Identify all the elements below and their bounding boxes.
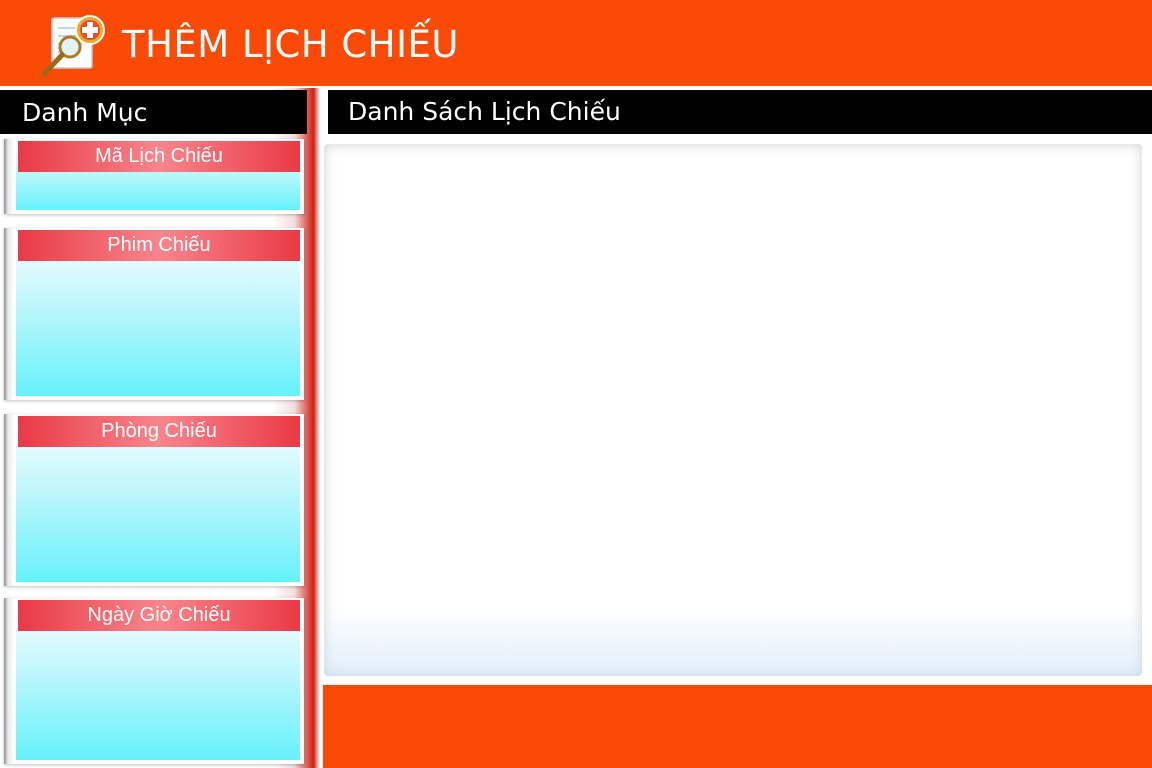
card-title-ma-lich-chieu: Mã Lịch Chiếu [18, 141, 300, 172]
footer-action-bar [323, 685, 1152, 768]
app-window: THÊM LỊCH CHIẾU Danh Mục Mã Lịch Chiếu P… [0, 0, 1152, 768]
card-title-phim-chieu: Phim Chiếu [18, 230, 300, 261]
main-heading: Danh Sách Lịch Chiếu [328, 90, 1152, 134]
sidebar-heading: Danh Mục [0, 90, 307, 134]
main-heading-label: Danh Sách Lịch Chiếu [348, 97, 621, 126]
card-ma-lich-chieu: Mã Lịch Chiếu [4, 139, 304, 214]
page-title: THÊM LỊCH CHIẾU [122, 23, 459, 66]
sidebar-heading-label: Danh Mục [22, 98, 148, 127]
card-ngay-gio-chieu: Ngày Giờ Chiếu [4, 598, 304, 764]
card-title-ngay-gio-chieu: Ngày Giờ Chiếu [18, 600, 300, 631]
schedule-list-panel[interactable] [324, 144, 1142, 676]
card-phim-chieu: Phim Chiếu [4, 228, 304, 400]
add-schedule-icon [41, 15, 105, 77]
header-bar: THÊM LỊCH CHIẾU [0, 0, 1152, 86]
card-title-phong-chieu: Phòng Chiếu [18, 416, 300, 447]
card-phong-chieu: Phòng Chiếu [4, 414, 304, 586]
